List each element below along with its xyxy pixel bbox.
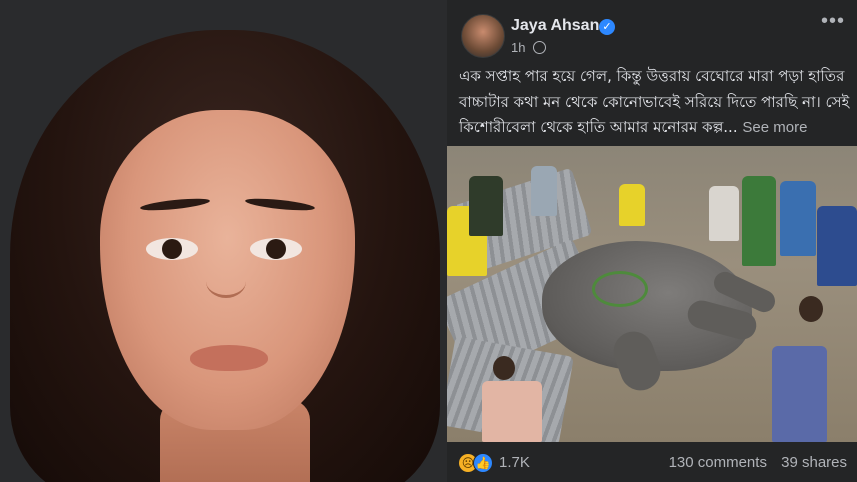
portrait-image [0, 0, 447, 482]
bystander [482, 381, 542, 442]
portrait-left-eye [146, 238, 198, 260]
verified-badge-icon: ✓ [599, 19, 615, 35]
bystander [531, 166, 557, 216]
like-reaction-icon: 👍 [473, 453, 493, 473]
bystander [817, 206, 857, 286]
post-footer: ☹👍 1.7K 130 comments 39 shares [447, 442, 857, 482]
post-stats: 130 comments 39 shares [659, 454, 847, 471]
author-avatar[interactable] [461, 14, 505, 58]
facebook-post: Jaya Ahsan ✓ 1h ••• এক সপ্তাহ পার হয়ে গ… [447, 0, 857, 482]
more-options-icon[interactable]: ••• [821, 10, 845, 33]
comments-count[interactable]: 130 comments [669, 454, 767, 471]
post-photo[interactable] [447, 146, 857, 442]
portrait-nose [206, 265, 246, 298]
post-text: এক সপ্তাহ পার হয়ে গেল, কিন্তু উত্তরায় … [459, 64, 851, 141]
see-more-link[interactable]: See more [742, 119, 807, 136]
portrait-right-eye [250, 238, 302, 260]
globe-icon [533, 41, 547, 54]
bystander [742, 176, 776, 266]
bystander-head [799, 296, 823, 322]
reaction-count[interactable]: 1.7K [499, 454, 530, 471]
post-meta: 1h [511, 40, 547, 55]
bystander [709, 186, 739, 241]
bystander [772, 346, 827, 442]
post-time[interactable]: 1h [511, 40, 525, 55]
bystander [469, 176, 503, 236]
rope-coil [592, 271, 648, 307]
bystander [619, 184, 645, 226]
author-name[interactable]: Jaya Ahsan [511, 17, 599, 35]
shares-count[interactable]: 39 shares [781, 454, 847, 471]
portrait-lips [190, 345, 268, 371]
reaction-icons[interactable]: ☹👍 [459, 453, 493, 473]
bystander [780, 181, 816, 256]
bystander-head [493, 356, 515, 380]
